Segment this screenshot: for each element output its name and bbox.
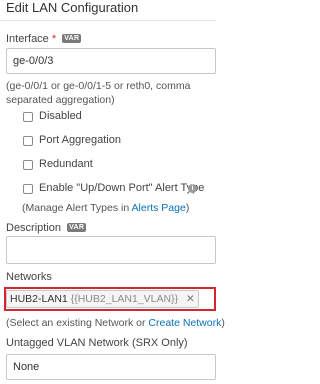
alert-type-checkbox[interactable] <box>23 184 33 194</box>
port-aggregation-checkbox[interactable] <box>23 136 33 146</box>
networks-hint: (Select an existing Network or Create Ne… <box>6 316 225 330</box>
manage-alert-prefix: (Manage Alert Types in <box>22 202 132 214</box>
alerts-page-link[interactable]: Alerts Page <box>132 202 186 214</box>
required-mark: * <box>51 33 57 45</box>
networks-label: Networks <box>6 271 52 283</box>
manage-alert-hint: (Manage Alert Types in Alerts Page) <box>22 201 189 215</box>
header-divider <box>0 20 216 21</box>
networks-hint-prefix: (Select an existing Network or <box>6 317 149 329</box>
page-title: Edit LAN Configuration <box>6 0 139 15</box>
description-field[interactable] <box>6 236 216 264</box>
interface-value: ge-0/0/3 <box>13 55 54 67</box>
redundant-label: Redundant <box>39 158 93 170</box>
network-tag-name: HUB2-LAN1 <box>10 293 68 305</box>
network-tag[interactable]: HUB2-LAN1 {{HUB2_LAN1_VLAN}} ✕ <box>6 290 199 308</box>
network-tag-var: {{HUB2_LAN1_VLAN}} <box>70 293 179 305</box>
disabled-label: Disabled <box>39 110 82 122</box>
interface-label: Interface * VAR <box>6 33 82 45</box>
info-icon[interactable]: i <box>188 184 197 193</box>
untagged-vlan-value: None <box>13 361 40 373</box>
untagged-vlan-select[interactable]: None <box>6 354 216 380</box>
redundant-checkbox[interactable] <box>23 160 33 170</box>
manage-alert-suffix: ) <box>185 202 190 214</box>
interface-field[interactable]: ge-0/0/3 <box>6 48 216 74</box>
create-network-link[interactable]: Create Network <box>148 317 221 329</box>
interface-hint: (ge-0/0/1 or ge-0/0/1-5 or reth0, comma … <box>6 80 191 106</box>
description-label-text: Description <box>6 222 62 234</box>
interface-label-text: Interface <box>6 33 49 45</box>
description-label: Description VAR <box>6 222 87 234</box>
interface-var-badge: VAR <box>62 34 82 43</box>
port-aggregation-label: Port Aggregation <box>39 134 121 146</box>
disabled-checkbox[interactable] <box>23 112 33 122</box>
alert-type-label: Enable "Up/Down Port" Alert Type <box>39 182 205 194</box>
untagged-vlan-label: Untagged VLAN Network (SRX Only) <box>6 337 188 349</box>
description-var-badge: VAR <box>67 223 87 232</box>
networks-hint-suffix: ) <box>221 317 225 329</box>
remove-tag-icon[interactable]: ✕ <box>186 293 195 305</box>
